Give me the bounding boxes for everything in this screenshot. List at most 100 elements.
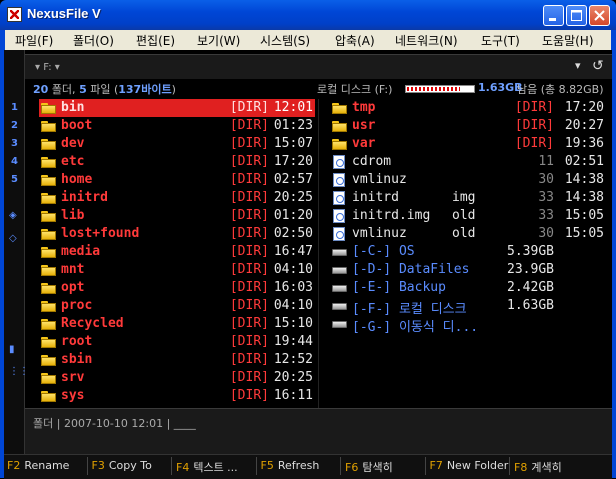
file-row[interactable]: initrd [DIR] 20:25 [39, 189, 315, 207]
title-bar[interactable]: NexusFile V [0, 0, 616, 30]
file-time: 17:20 [564, 100, 604, 115]
file-row[interactable]: proc [DIR] 04:10 [39, 297, 315, 315]
file-name: dev [61, 136, 85, 151]
file-row[interactable]: usr [DIR] 20:27 [330, 117, 612, 135]
folder-icon [41, 355, 56, 366]
menu-item[interactable]: 네트워크(N) [395, 32, 458, 49]
menu-item[interactable]: 도구(T) [481, 32, 520, 49]
menu-item[interactable]: 폴더(O) [73, 32, 114, 49]
fkey-key: F6 [345, 461, 359, 474]
drive-row[interactable]: [-E-] Backup 2.42GB [330, 279, 612, 297]
folder-icon [41, 229, 56, 240]
file-name: [-D-] DataFiles [352, 262, 470, 277]
app-icon[interactable] [7, 7, 22, 22]
fkey-button[interactable]: F3 Copy To [92, 459, 152, 472]
bookmark-slot[interactable]: 1 [11, 102, 18, 113]
file-row[interactable]: media [DIR] 16:47 [39, 243, 315, 261]
file-row[interactable]: lib [DIR] 01:20 [39, 207, 315, 225]
file-row[interactable]: initrd.img old 33 15:05 [330, 207, 612, 225]
menu-item[interactable]: 압축(A) [335, 32, 375, 49]
folder-icon [41, 283, 56, 294]
file-time: 02:50 [273, 226, 313, 241]
file-time: 12:01 [273, 100, 313, 115]
file-row[interactable]: dev [DIR] 15:07 [39, 135, 315, 153]
file-row[interactable]: tmp [DIR] 17:20 [330, 99, 612, 117]
file-name: sys [61, 388, 85, 403]
folder-icon [41, 175, 56, 186]
file-row[interactable]: home [DIR] 02:57 [39, 171, 315, 189]
fkey-key: F3 [91, 459, 105, 472]
drive-row[interactable]: [-C-] OS 5.39GB [330, 243, 612, 261]
bookmark-slot[interactable]: 2 [11, 120, 18, 131]
file-row[interactable]: boot [DIR] 01:23 [39, 117, 315, 135]
file-row[interactable]: etc [DIR] 17:20 [39, 153, 315, 171]
file-name: [-G-] 이동식 디... [352, 320, 479, 335]
folder-icon [41, 391, 56, 402]
file-name: sbin [61, 352, 93, 367]
fkey-key: F2 [7, 459, 21, 472]
file-name: etc [61, 154, 85, 169]
file-panel: ▾ F: ▾ ▾ ↺ 20 폴더, 5 파일 (137바이트) 로컬 디스크 (… [25, 54, 612, 455]
file-row[interactable]: initrd img 33 14:38 [330, 189, 612, 207]
close-button[interactable] [589, 5, 610, 26]
file-row[interactable]: root [DIR] 19:44 [39, 333, 315, 351]
drive-row[interactable]: [-F-] 로컬 디스크 1.63GB [330, 297, 612, 317]
file-row[interactable]: vmlinuz old 30 15:05 [330, 225, 612, 243]
file-row[interactable]: opt [DIR] 16:03 [39, 279, 315, 297]
file-size: [DIR] [229, 370, 269, 385]
file-time: 15:10 [273, 316, 313, 331]
panel-status: 20 폴더, 5 파일 (137바이트) 로컬 디스크 (F:) 1.63GB … [25, 79, 612, 97]
file-row[interactable]: var [DIR] 19:36 [330, 135, 612, 153]
menu-item[interactable]: 보기(W) [197, 32, 240, 49]
menu-item[interactable]: 시스템(S) [260, 32, 310, 49]
drive-selector[interactable]: ▾ F: ▾ [35, 62, 60, 73]
file-size: 33 [538, 208, 554, 223]
drive-row[interactable]: [-G-] 이동식 디... [330, 315, 612, 335]
chart-icon[interactable]: ▮ [9, 344, 15, 355]
menu-item[interactable]: 파일(F) [15, 32, 53, 49]
fkey-button[interactable]: F5 Refresh [261, 459, 320, 472]
file-size: [DIR] [229, 118, 269, 133]
file-extension: old [452, 208, 476, 223]
item-count: 20 폴더, 5 파일 (137바이트) [33, 81, 176, 97]
file-size: 30 [538, 172, 554, 187]
bookmark-icon[interactable]: ◈ [9, 210, 17, 221]
chevron-down-icon[interactable]: ▾ [575, 59, 581, 72]
file-row[interactable]: sbin [DIR] 12:52 [39, 351, 315, 369]
fkey-button[interactable]: F7 New Folder [430, 459, 509, 472]
file-row[interactable]: srv [DIR] 20:25 [39, 369, 315, 387]
refresh-icon[interactable]: ↺ [592, 58, 604, 74]
file-time: 19:36 [564, 136, 604, 151]
bookmark-slot[interactable]: 4 [11, 156, 18, 167]
bookmark-slot[interactable]: 5 [11, 174, 18, 185]
fkey-button[interactable]: F8 계색히 [514, 459, 562, 475]
fkey-separator [509, 457, 510, 475]
fkey-key: F7 [429, 459, 443, 472]
file-row[interactable]: lost+found [DIR] 02:50 [39, 225, 315, 243]
folder-icon [41, 157, 56, 168]
maximize-button[interactable] [566, 5, 587, 26]
file-row[interactable]: mnt [DIR] 04:10 [39, 261, 315, 279]
file-row[interactable]: Recycled [DIR] 15:10 [39, 315, 315, 333]
file-row[interactable]: cdrom 11 02:51 [330, 153, 612, 171]
folder-icon [41, 247, 56, 258]
menu-item[interactable]: 편집(E) [136, 32, 175, 49]
file-row[interactable]: sys [DIR] 16:11 [39, 387, 315, 405]
fkey-button[interactable]: F2 Rename [7, 459, 69, 472]
minimize-button[interactable] [543, 5, 564, 26]
info-detail: | 2007-10-10 12:01 | ____ [56, 417, 196, 430]
chevron-down-icon: ▾ [54, 62, 60, 73]
fkey-button[interactable]: F4 텍스트 ... [176, 459, 238, 475]
folder-icon [41, 139, 56, 150]
menu-item[interactable]: 도움말(H) [542, 32, 594, 49]
hard-drive-icon [332, 267, 347, 274]
fkey-button[interactable]: F6 탐색히 [345, 459, 393, 475]
drive-icon[interactable]: ◇ [9, 233, 17, 244]
file-size: [DIR] [229, 316, 269, 331]
file-row[interactable]: bin [DIR] 12:01 [39, 99, 315, 117]
drive-row[interactable]: [-D-] DataFiles 23.9GB [330, 261, 612, 279]
file-name: initrd [61, 190, 108, 205]
bookmark-slot[interactable]: 3 [11, 138, 18, 149]
file-time: 20:25 [273, 190, 313, 205]
file-row[interactable]: vmlinuz 30 14:38 [330, 171, 612, 189]
